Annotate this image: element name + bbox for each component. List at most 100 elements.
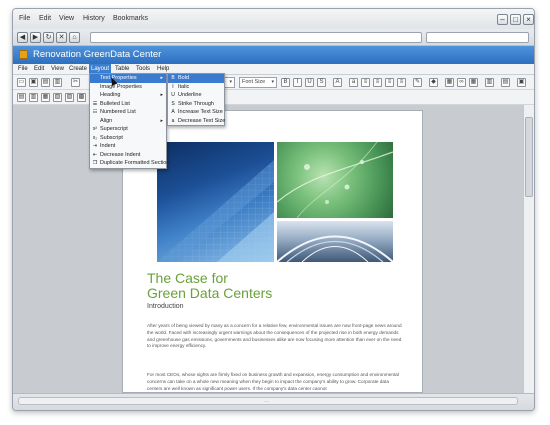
subscript-icon: x₂ bbox=[92, 134, 98, 141]
italic-icon: I bbox=[172, 83, 174, 90]
menu-item-label: Decrease Text Size bbox=[178, 117, 226, 124]
fill-color-icon[interactable]: ◆ bbox=[429, 78, 438, 87]
menu-item-bulleted-list[interactable]: ☰ Bulleted List bbox=[90, 100, 166, 109]
delete-row-icon[interactable]: ▨ bbox=[65, 93, 74, 102]
menu-item-bold[interactable]: B Bold bbox=[168, 74, 224, 83]
minimize-icon[interactable]: – bbox=[497, 14, 508, 25]
browser-menu-view[interactable]: View bbox=[59, 15, 74, 22]
menu-item-decrease-indent[interactable]: ⇤ Decrease Indent bbox=[90, 151, 166, 160]
browser-menu-file[interactable]: File bbox=[19, 15, 30, 22]
app-menu-edit[interactable]: Edit bbox=[32, 66, 46, 72]
properties-icon[interactable]: ▣ bbox=[517, 78, 526, 87]
menu-item-heading[interactable]: Heading ▸ bbox=[90, 91, 166, 100]
bold-icon: B bbox=[171, 75, 175, 81]
menu-item-decrease-text-size[interactable]: a Decrease Text Size bbox=[168, 117, 226, 126]
preview-icon[interactable]: ▥ bbox=[53, 78, 62, 87]
save-icon[interactable]: ▣ bbox=[29, 78, 38, 87]
insert-table-icon[interactable]: ▦ bbox=[469, 78, 478, 87]
merge-cells-icon[interactable]: ▦ bbox=[41, 93, 50, 102]
browser-window: File Edit View History Bookmarks – □ × ◀… bbox=[12, 8, 535, 411]
italic-icon[interactable]: I bbox=[293, 78, 302, 87]
menu-item-align[interactable]: Align ▸ bbox=[90, 117, 166, 126]
app-menu-tools[interactable]: Tools bbox=[134, 66, 152, 72]
print-icon[interactable]: ▤ bbox=[41, 78, 50, 87]
document-page[interactable]: The Case for Green Data Centers Introduc… bbox=[122, 110, 423, 393]
menu-item-underline[interactable]: U Underline bbox=[168, 91, 224, 100]
browser-navbar: ◀ ▶ ↻ ✕ ⌂ bbox=[13, 29, 534, 46]
scroll-grip-icon[interactable]: ⋯ bbox=[264, 399, 269, 405]
font-size-placeholder: Font Size bbox=[242, 79, 266, 85]
url-input[interactable] bbox=[90, 32, 422, 43]
menu-item-increase-text-size[interactable]: A Increase Text Size bbox=[168, 108, 224, 117]
bulleted-list-icon: ☰ bbox=[92, 100, 98, 107]
cut-icon[interactable]: ✂ bbox=[71, 78, 80, 87]
underline-icon[interactable]: U bbox=[305, 78, 314, 87]
home-icon[interactable]: ⌂ bbox=[69, 32, 80, 43]
strike-through-icon: S bbox=[171, 100, 175, 107]
split-cells-icon[interactable]: ▧ bbox=[53, 93, 62, 102]
app-menu-table[interactable]: Table bbox=[113, 66, 131, 72]
horizontal-scrollbar[interactable]: ⋯ bbox=[18, 397, 518, 405]
strike-through-icon[interactable]: S bbox=[317, 78, 326, 87]
layout-menu: Text Properties ▸ Image Properties Headin… bbox=[89, 73, 170, 169]
stop-icon[interactable]: ✕ bbox=[56, 32, 67, 43]
new-document-icon[interactable]: ▭ bbox=[17, 78, 26, 87]
building-image bbox=[157, 142, 274, 262]
reload-icon[interactable]: ↻ bbox=[43, 32, 54, 43]
menu-item-label: Superscript bbox=[100, 126, 128, 132]
justify-icon[interactable]: ≡ bbox=[397, 78, 406, 87]
document-title-line2: Green Data Centers bbox=[147, 285, 273, 301]
browser-menu-history[interactable]: History bbox=[83, 15, 105, 22]
section-heading: Introduction bbox=[147, 303, 184, 310]
delete-column-icon[interactable]: ▩ bbox=[77, 93, 86, 102]
menu-item-indent[interactable]: ⇥ Indent bbox=[90, 142, 166, 151]
app-menu-create[interactable]: Create bbox=[67, 66, 89, 72]
vertical-scrollbar[interactable] bbox=[523, 105, 534, 393]
font-size-combo[interactable]: Font Size ▾ bbox=[239, 77, 277, 88]
menu-item-label: Subscript bbox=[100, 134, 123, 141]
menu-item-image-properties[interactable]: Image Properties bbox=[90, 83, 166, 92]
decrease-text-size-icon: a bbox=[171, 117, 175, 124]
align-center-icon[interactable]: ≡ bbox=[373, 78, 382, 87]
font-smaller-icon[interactable]: a bbox=[349, 78, 358, 87]
app-menu-file[interactable]: File bbox=[16, 66, 30, 72]
menu-item-strike-through[interactable]: S Strike Through bbox=[168, 100, 224, 109]
close-icon[interactable]: × bbox=[523, 14, 534, 25]
second-paragraph: For most CEOs, whose sights are firmly f… bbox=[147, 372, 399, 391]
menu-item-label: Underline bbox=[178, 92, 202, 98]
menu-item-duplicate-formatted-section[interactable]: ❐ Duplicate Formatted Section bbox=[90, 159, 170, 168]
menu-item-label: Numbered List bbox=[100, 109, 136, 115]
text-properties-submenu: B Bold I Italic U Underline S Strike Through… bbox=[167, 73, 225, 126]
align-left-icon[interactable]: ≡ bbox=[361, 78, 370, 87]
insert-column-icon[interactable]: ▥ bbox=[29, 93, 38, 102]
menu-item-text-properties[interactable]: Text Properties ▸ bbox=[90, 74, 166, 83]
back-arrow-icon[interactable]: ◀ bbox=[17, 32, 28, 43]
browser-menu-edit[interactable]: Edit bbox=[39, 15, 51, 22]
text-color-icon[interactable]: A bbox=[333, 78, 342, 87]
app-titlebar: Renovation GreenData Center bbox=[13, 46, 534, 64]
highlight-icon[interactable]: ✎ bbox=[413, 78, 422, 87]
menu-item-label: Duplicate Formatted Section bbox=[100, 160, 170, 166]
columns-icon[interactable]: ▥ bbox=[485, 78, 494, 87]
browser-menu-bookmarks[interactable]: Bookmarks bbox=[113, 15, 148, 22]
menu-item-superscript[interactable]: x² Superscript bbox=[90, 125, 166, 134]
bold-icon[interactable]: B bbox=[281, 78, 290, 87]
forward-arrow-icon[interactable]: ▶ bbox=[30, 32, 41, 43]
search-input[interactable] bbox=[426, 32, 529, 43]
menu-item-italic[interactable]: I Italic bbox=[168, 83, 224, 92]
menu-item-subscript[interactable]: x₂ Subscript bbox=[90, 134, 166, 143]
insert-link-icon[interactable]: ∞ bbox=[457, 78, 466, 87]
intro-paragraph: After years of being viewed by many as a… bbox=[147, 323, 402, 349]
align-right-icon[interactable]: ≡ bbox=[385, 78, 394, 87]
menu-item-numbered-list[interactable]: ☷ Numbered List bbox=[90, 108, 166, 117]
app-menu-view[interactable]: View bbox=[49, 66, 66, 72]
insert-image-icon[interactable]: ▦ bbox=[445, 78, 454, 87]
maximize-icon[interactable]: □ bbox=[510, 14, 521, 25]
insert-row-icon[interactable]: ▤ bbox=[17, 93, 26, 102]
vertical-scroll-thumb[interactable] bbox=[525, 117, 533, 197]
building-image-graphic bbox=[157, 160, 274, 262]
app-menu-help[interactable]: Help bbox=[155, 66, 171, 72]
page-break-icon[interactable]: ▤ bbox=[501, 78, 510, 87]
menu-item-label: Heading bbox=[100, 92, 121, 98]
document-title-line1: The Case for bbox=[147, 270, 228, 286]
